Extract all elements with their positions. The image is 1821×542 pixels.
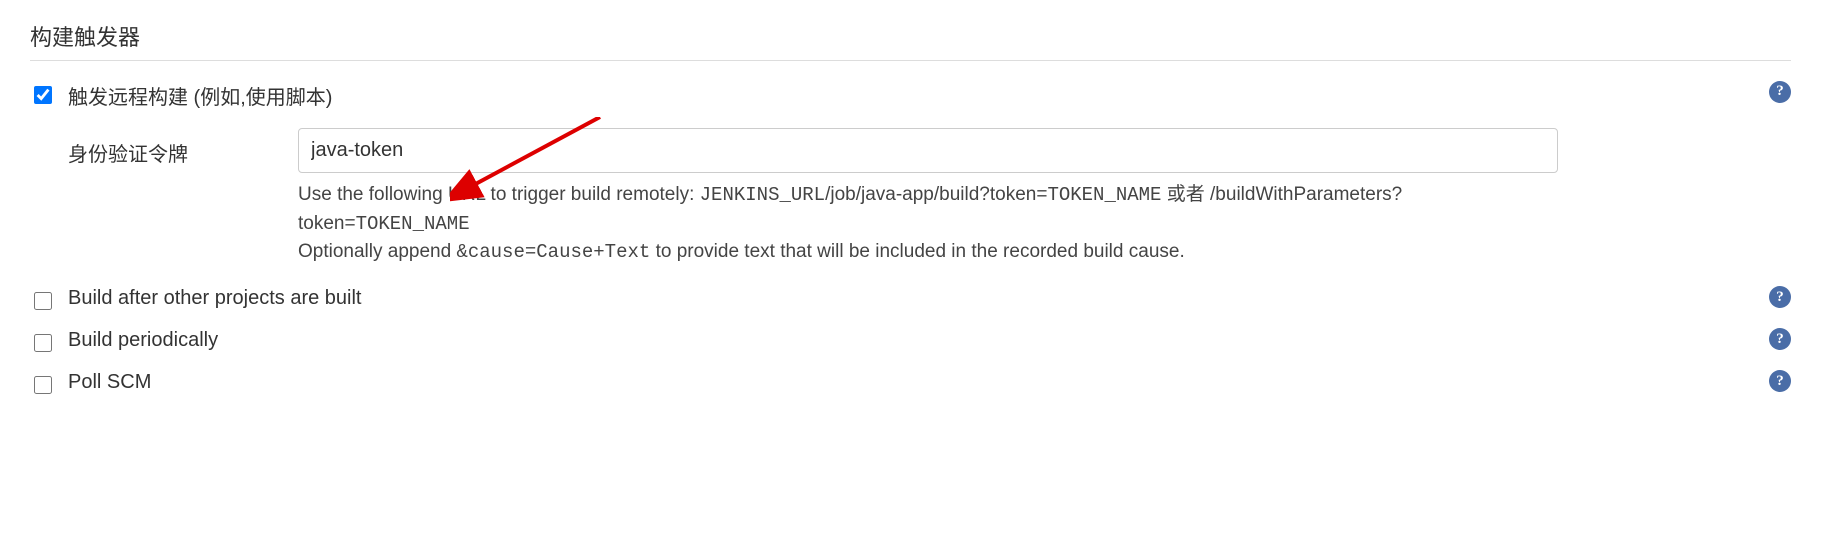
trigger-remote-checkbox[interactable]: [34, 86, 52, 104]
trigger-build-after-row: Build after other projects are built ?: [30, 285, 1791, 313]
trigger-poll-scm-row: Poll SCM ?: [30, 369, 1791, 397]
trigger-periodic-checkbox[interactable]: [34, 334, 52, 352]
trigger-remote-row: 触发远程构建 (例如,使用脚本) ? 身份验证令牌 Use the follow…: [30, 79, 1791, 271]
help-icon[interactable]: ?: [1769, 81, 1791, 103]
trigger-build-after-checkbox[interactable]: [34, 292, 52, 310]
trigger-build-after-label: Build after other projects are built: [68, 285, 362, 310]
trigger-poll-scm-label: Poll SCM: [68, 369, 151, 394]
trigger-remote-label: 触发远程构建 (例如,使用脚本): [68, 79, 332, 110]
trigger-periodic-label: Build periodically: [68, 327, 218, 352]
token-help-text: Use the following URL to trigger build r…: [298, 181, 1558, 267]
token-label: 身份验证令牌: [30, 128, 298, 167]
trigger-periodic-row: Build periodically ?: [30, 327, 1791, 355]
help-icon[interactable]: ?: [1769, 370, 1791, 392]
section-title: 构建触发器: [30, 20, 1791, 61]
help-icon[interactable]: ?: [1769, 328, 1791, 350]
trigger-poll-scm-checkbox[interactable]: [34, 376, 52, 394]
help-icon[interactable]: ?: [1769, 286, 1791, 308]
token-input[interactable]: [298, 128, 1558, 173]
